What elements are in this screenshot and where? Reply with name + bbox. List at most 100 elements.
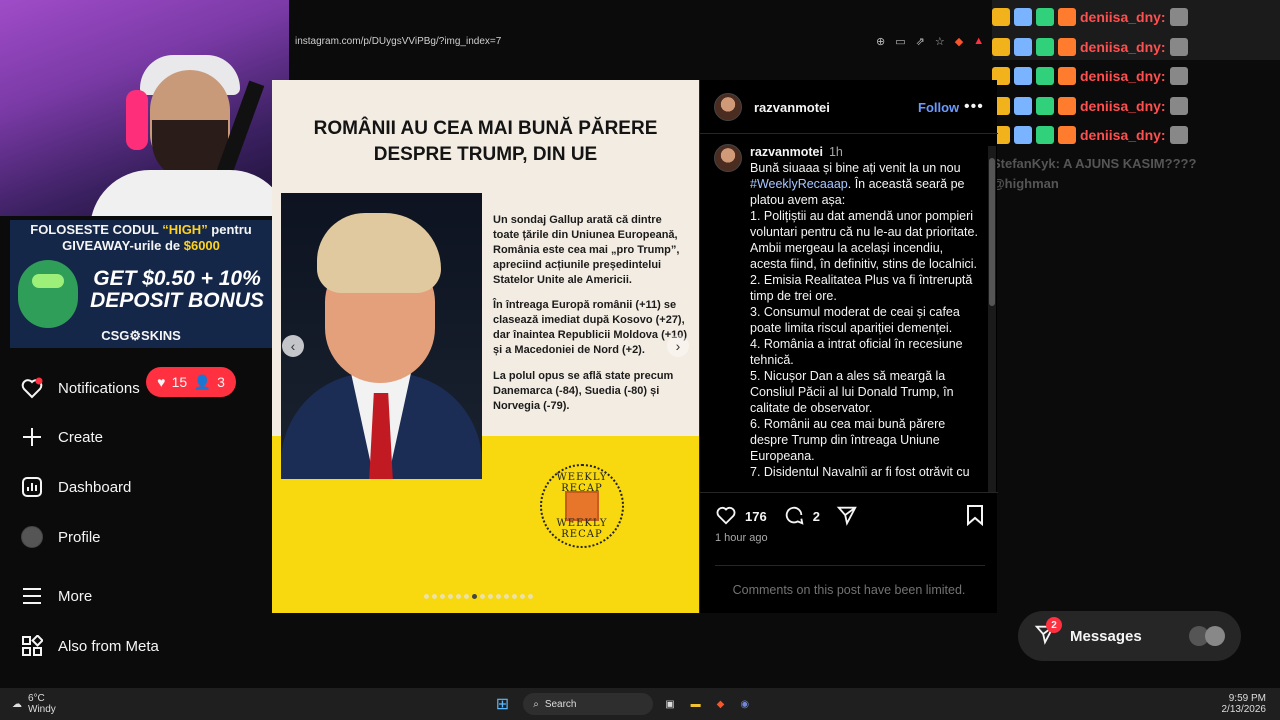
hamburger-icon (20, 584, 44, 608)
messages-label: Messages (1070, 627, 1142, 645)
sub-icon (1058, 38, 1076, 56)
previous-slide-button[interactable]: ‹ (282, 335, 304, 357)
sub-icon (1058, 97, 1076, 115)
calendar-icon (565, 491, 599, 521)
dashboard-icon (20, 475, 44, 499)
start-icon[interactable]: ⊞ (496, 694, 509, 714)
brave-icon[interactable]: ◆ (717, 699, 725, 710)
emote-icon (1169, 97, 1188, 115)
sub-icon (1058, 67, 1076, 85)
clock[interactable]: 9:59 PM 2/13/2026 (1222, 693, 1267, 715)
badge-text-top: WEEKLY RECAP (556, 472, 608, 494)
notification-badge: ♥ 15 👤 3 (146, 367, 236, 397)
next-slide-button[interactable]: › (667, 335, 689, 357)
search-icon: ⌕ (533, 698, 539, 710)
star-icon[interactable]: ☆ (935, 35, 945, 48)
carousel-dot (528, 594, 533, 599)
gift-icon (1036, 8, 1054, 26)
sidebar-label: More (58, 587, 93, 605)
caption-avatar[interactable] (714, 144, 742, 172)
carousel-dot (448, 594, 453, 599)
carousel-dot (472, 594, 477, 599)
profile-avatar-icon (20, 525, 44, 549)
badge-icon (1014, 38, 1032, 56)
post-image-slide[interactable]: ROMÂNII AU CEA MAI BUNĂ PĂRERE DESPRE TR… (272, 80, 699, 613)
weather-widget[interactable]: 6°C Windy (28, 693, 56, 715)
post-actions: 176 2 (715, 504, 985, 528)
heart-icon (20, 376, 44, 400)
sidebar-item-create[interactable]: Create (20, 419, 103, 455)
comment-icon[interactable] (783, 504, 805, 529)
badge-icon (1014, 126, 1032, 144)
sidebar-item-dashboard[interactable]: Dashboard (20, 469, 131, 505)
like-icon[interactable] (715, 504, 737, 529)
more-options-icon[interactable]: ••• (964, 98, 984, 116)
promo-logo: CSG⚙SKINS (101, 328, 181, 343)
messages-badge: 2 (1046, 617, 1062, 633)
emote-icon (1169, 8, 1188, 26)
share-icon[interactable] (836, 504, 858, 529)
promo-bonus: GET $0.50 + 10% DEPOSIT BONUS (90, 267, 264, 312)
screen-icon[interactable]: ▭ (895, 35, 905, 48)
comment-count: 2 (812, 508, 820, 524)
carousel-dot (464, 594, 469, 599)
promo-text: FOLOSESTE CODUL “HIGH” pentru GIVEAWAY-u… (30, 222, 252, 253)
hashtag-link[interactable]: #WeeklyRecaaap (750, 177, 848, 191)
caption-username[interactable]: razvanmotei (750, 145, 823, 159)
sidebar-label: Profile (58, 528, 101, 546)
chat-message: deniisa_dny: (992, 124, 1188, 146)
carousel-dot (456, 594, 461, 599)
task-view-icon[interactable]: ▣ (665, 699, 674, 710)
brave-shield-icon[interactable]: ◆ (955, 35, 963, 48)
bookmark-icon[interactable] (965, 504, 985, 529)
heart-icon: ♥ (157, 374, 166, 390)
author-username[interactable]: razvanmotei (754, 100, 830, 115)
badge-icon (1014, 8, 1032, 26)
chat-message: deniisa_dny: (992, 36, 1188, 58)
sidebar-item-more[interactable]: More (20, 578, 92, 614)
gift-icon (1036, 126, 1054, 144)
file-explorer-icon[interactable]: ▬ (691, 699, 701, 710)
emote-icon (1169, 126, 1188, 144)
carousel-dot (440, 594, 445, 599)
badge-icon (1014, 97, 1032, 115)
plus-icon (20, 425, 44, 449)
scrollbar-thumb[interactable] (989, 158, 995, 306)
author-avatar[interactable] (714, 93, 742, 121)
caption-time: 1h (828, 145, 843, 159)
messages-button[interactable]: 2 Messages (1018, 611, 1241, 661)
like-count: 176 (745, 508, 767, 524)
caption-scrollbar[interactable] (988, 146, 996, 492)
follow-button[interactable]: Follow (918, 100, 959, 115)
share-icon[interactable]: ⇗ (916, 35, 925, 48)
zoom-icon[interactable]: ⊕ (876, 35, 885, 48)
message-avatar (1205, 626, 1225, 646)
portrait-hair (317, 213, 441, 293)
badge-text-bottom: WEEKLY RECAP (556, 518, 608, 540)
post-timestamp: 1 hour ago (715, 532, 768, 544)
sidebar-item-also-from-meta[interactable]: Also from Meta (20, 628, 159, 664)
person-icon: 👤 (193, 373, 211, 390)
sidebar-label: Notifications (58, 379, 140, 397)
rewards-icon[interactable]: ▲ (973, 35, 984, 47)
slide-title: ROMÂNII AU CEA MAI BUNĂ PĂRERE DESPRE TR… (313, 118, 658, 165)
headphones (126, 90, 148, 150)
gift-icon (1036, 97, 1054, 115)
weekly-recap-badge: WEEKLY RECAP WEEKLY RECAP (540, 464, 624, 548)
carousel-dot (496, 594, 501, 599)
sidebar-item-profile[interactable]: Profile (20, 519, 101, 555)
carousel-dots (424, 594, 533, 599)
slide-paragraph-2: În întreaga Europă românii (+11) se clas… (493, 299, 688, 356)
chat-message: StefanKyk: A AJUNS KASIM???? (992, 155, 1197, 171)
taskbar-search[interactable]: ⌕ Search (523, 693, 654, 715)
emote-icon (1169, 38, 1188, 56)
streamer-shirt (90, 170, 289, 216)
discord-icon[interactable]: ◉ (740, 699, 749, 710)
monkey-mascot (18, 260, 78, 328)
divider (700, 492, 998, 493)
webcam-feed (0, 0, 289, 216)
sidebar-item-notifications[interactable]: Notifications (20, 370, 140, 406)
divider (700, 133, 998, 134)
weather-icon: ☁ (12, 698, 22, 710)
comments-limited-notice: Comments on this post have been limited. (732, 583, 966, 597)
